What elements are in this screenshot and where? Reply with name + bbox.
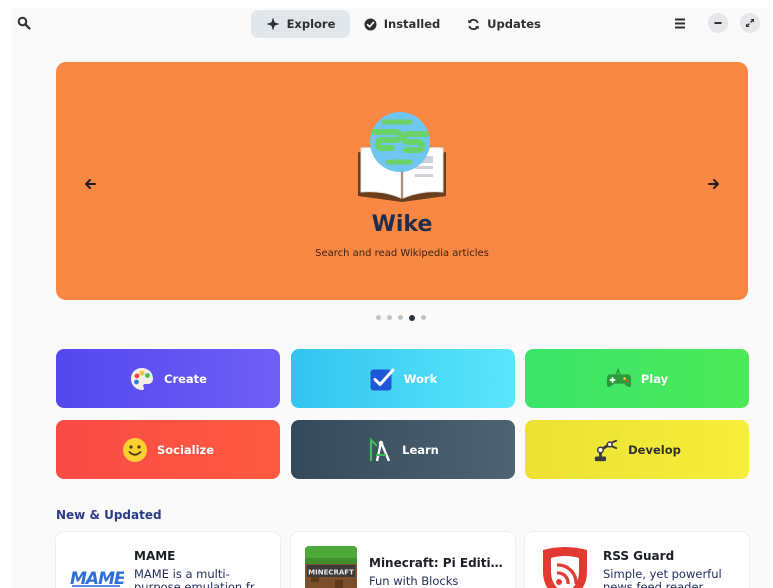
rss-guard-logo [543, 547, 587, 588]
checkbox-icon [369, 366, 395, 392]
header-bar: Explore Installed Updates [12, 8, 768, 40]
carousel-dot-1[interactable] [376, 315, 381, 320]
carousel-page-indicator [376, 314, 426, 321]
app-card-minecraft-pi[interactable]: MINECRAFT Minecraft: Pi Edition:... Fun … [291, 532, 515, 588]
app-card-summary: MAME is a multi-purpose emulation fr [134, 567, 255, 588]
category-develop-label: Develop [628, 442, 681, 457]
category-socialize[interactable]: Socialize [56, 420, 280, 479]
search-button[interactable] [12, 11, 36, 35]
restore-button[interactable] [740, 13, 760, 33]
category-learn[interactable]: Learn [291, 420, 515, 479]
app-card-mame[interactable]: MAME MAME MAME is a multi-purpose emulat… [56, 532, 280, 588]
app-card-rss-guard[interactable]: RSS Guard Simple, yet powerful news feed… [525, 532, 749, 588]
tab-explore-label: Explore [286, 17, 336, 31]
category-develop[interactable]: Develop [525, 420, 749, 479]
carousel-next-button[interactable] [702, 172, 726, 196]
tab-installed[interactable]: Installed [362, 10, 442, 38]
featured-app-description: Search and read Wikipedia articles [315, 248, 489, 259]
app-card-name: MAME [134, 549, 176, 563]
category-work-label: Work [403, 371, 438, 386]
category-play-label: Play [640, 371, 669, 386]
svg-text:MINECRAFT: MINECRAFT [308, 569, 354, 577]
robot-arm-icon [593, 437, 619, 463]
refresh-icon [468, 18, 480, 30]
category-play[interactable]: Play [525, 349, 749, 408]
section-title-new-updated: New & Updated [56, 508, 162, 522]
category-socialize-label: Socialize [156, 442, 215, 457]
restore-icon [746, 19, 754, 27]
arrow-right-icon [708, 179, 719, 189]
mame-logo: MAME [70, 569, 124, 588]
carousel-dot-4[interactable] [409, 314, 415, 321]
main-menu-button[interactable] [668, 11, 692, 35]
featured-app-title: Wike [371, 212, 433, 237]
app-card-name: RSS Guard [603, 549, 675, 563]
app-card-summary: Simple, yet powerful news feed reader [603, 567, 722, 588]
arrow-left-icon [85, 179, 96, 189]
carousel-dot-3[interactable] [398, 315, 403, 320]
tab-explore[interactable]: Explore [251, 10, 350, 38]
sparkle-icon [266, 17, 280, 31]
app-card-summary: Fun with Blocks [369, 574, 459, 588]
carousel-previous-button[interactable] [78, 172, 102, 196]
gamepad-icon [606, 366, 632, 392]
category-work[interactable]: Work [291, 349, 515, 408]
category-learn-label: Learn [402, 442, 439, 457]
carousel-dot-2[interactable] [387, 315, 392, 320]
minimize-button[interactable] [708, 13, 728, 33]
featured-carousel[interactable]: Wike Search and read Wikipedia articles [56, 62, 748, 300]
minimize-icon [714, 22, 722, 24]
smiley-icon [122, 437, 148, 463]
software-window: Explore Installed Updates Wike Search an… [12, 8, 768, 588]
compass-icon [367, 436, 393, 463]
hamburger-menu-icon [675, 18, 685, 28]
check-circle-icon [364, 18, 377, 30]
tab-updates-label: Updates [487, 17, 541, 31]
palette-icon [129, 366, 155, 392]
search-icon [17, 16, 31, 30]
carousel-dot-5[interactable] [421, 315, 426, 320]
category-create[interactable]: Create [56, 349, 280, 408]
tab-installed-label: Installed [383, 17, 441, 31]
tab-updates[interactable]: Updates [464, 10, 544, 38]
minecraft-logo: MINECRAFT [305, 546, 357, 588]
category-create-label: Create [164, 371, 207, 386]
svg-text:MAME: MAME [70, 569, 124, 588]
wike-app-icon [358, 112, 446, 202]
app-card-name: Minecraft: Pi Edition:... [369, 556, 505, 570]
